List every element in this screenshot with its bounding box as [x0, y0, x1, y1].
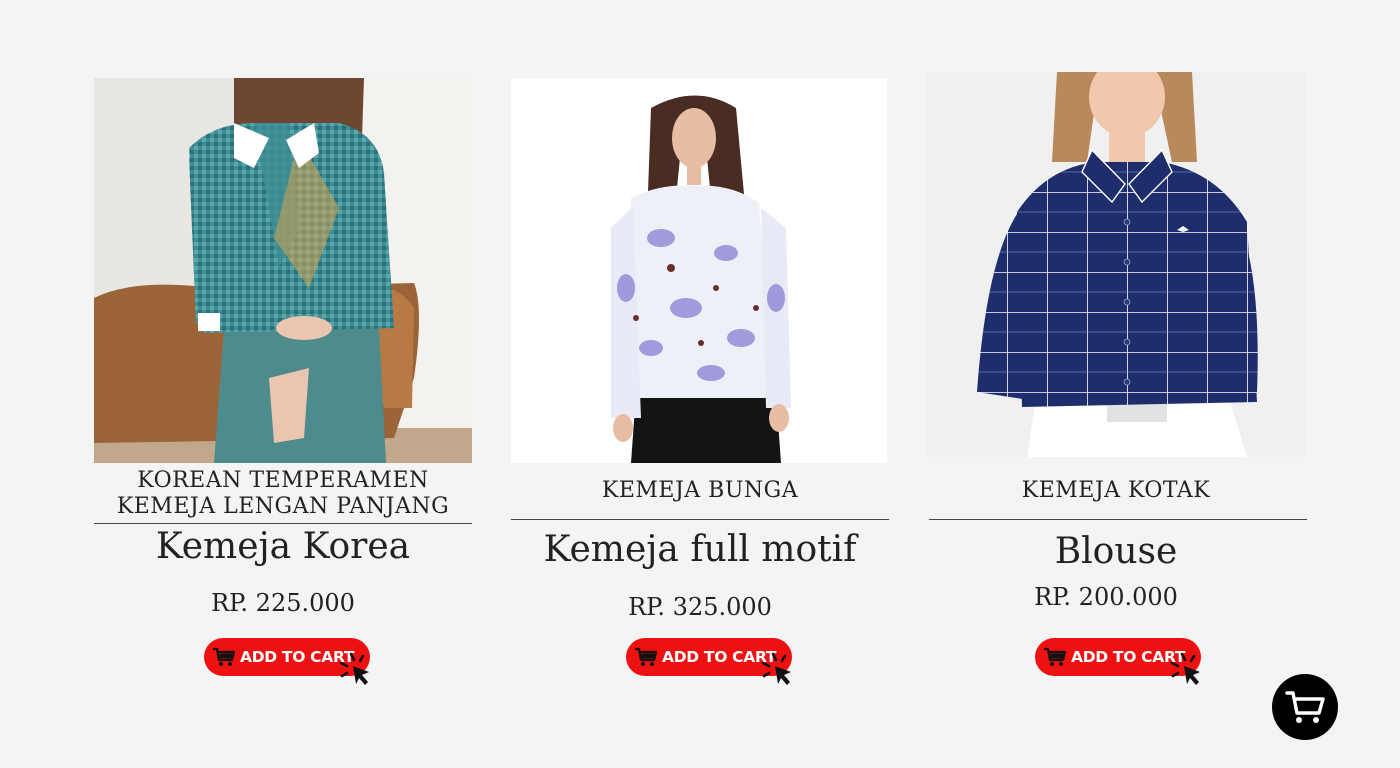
product-subtitle: KOREAN TEMPERAMEN KEMEJA LENGAN PANJANG: [94, 468, 472, 520]
product-divider: [94, 523, 472, 524]
product-subtitle: KEMEJA BUNGA: [511, 478, 889, 504]
product-name: Kemeja Korea: [155, 526, 411, 567]
product-card-blouse: KEMEJA KOTAK Blouse RP. 200.000: [927, 72, 1307, 692]
click-pointer-icon: [1170, 652, 1200, 685]
shopping-cart-icon: [1044, 647, 1067, 666]
product-card-kemeja-korea: KOREAN TEMPERAMEN KEMEJA LENGAN PANJANG …: [94, 78, 472, 698]
shopping-cart-icon: [213, 647, 236, 666]
product-subtitle: KEMEJA KOTAK: [927, 478, 1305, 504]
click-pointer-icon: [761, 652, 791, 685]
product-image-kemeja-korea[interactable]: [94, 78, 472, 463]
click-pointer-icon: [339, 652, 369, 685]
product-image-blouse[interactable]: [927, 72, 1305, 457]
product-image-kemeja-full-motif[interactable]: [511, 78, 887, 463]
product-price: RP. 225.000: [211, 589, 355, 617]
shopping-cart-icon: [635, 647, 658, 666]
product-name: Kemeja full motif: [543, 529, 857, 570]
product-divider: [511, 519, 889, 520]
product-subtitle-line1: KEMEJA BUNGA: [601, 478, 799, 503]
shopping-cart-icon: [1285, 691, 1325, 723]
product-divider: [929, 519, 1307, 520]
product-card-kemeja-full-motif: KEMEJA BUNGA Kemeja full motif RP. 325.0…: [511, 78, 889, 698]
product-subtitle-line2: KEMEJA LENGAN PANJANG: [116, 494, 450, 519]
product-price: RP. 325.000: [628, 593, 772, 621]
floating-cart-button[interactable]: [1272, 674, 1338, 740]
product-price: RP. 200.000: [1034, 583, 1178, 611]
product-name: Blouse: [1054, 531, 1178, 572]
product-subtitle-line1: KOREAN TEMPERAMEN: [137, 468, 429, 493]
product-subtitle-line1: KEMEJA KOTAK: [1021, 478, 1211, 503]
